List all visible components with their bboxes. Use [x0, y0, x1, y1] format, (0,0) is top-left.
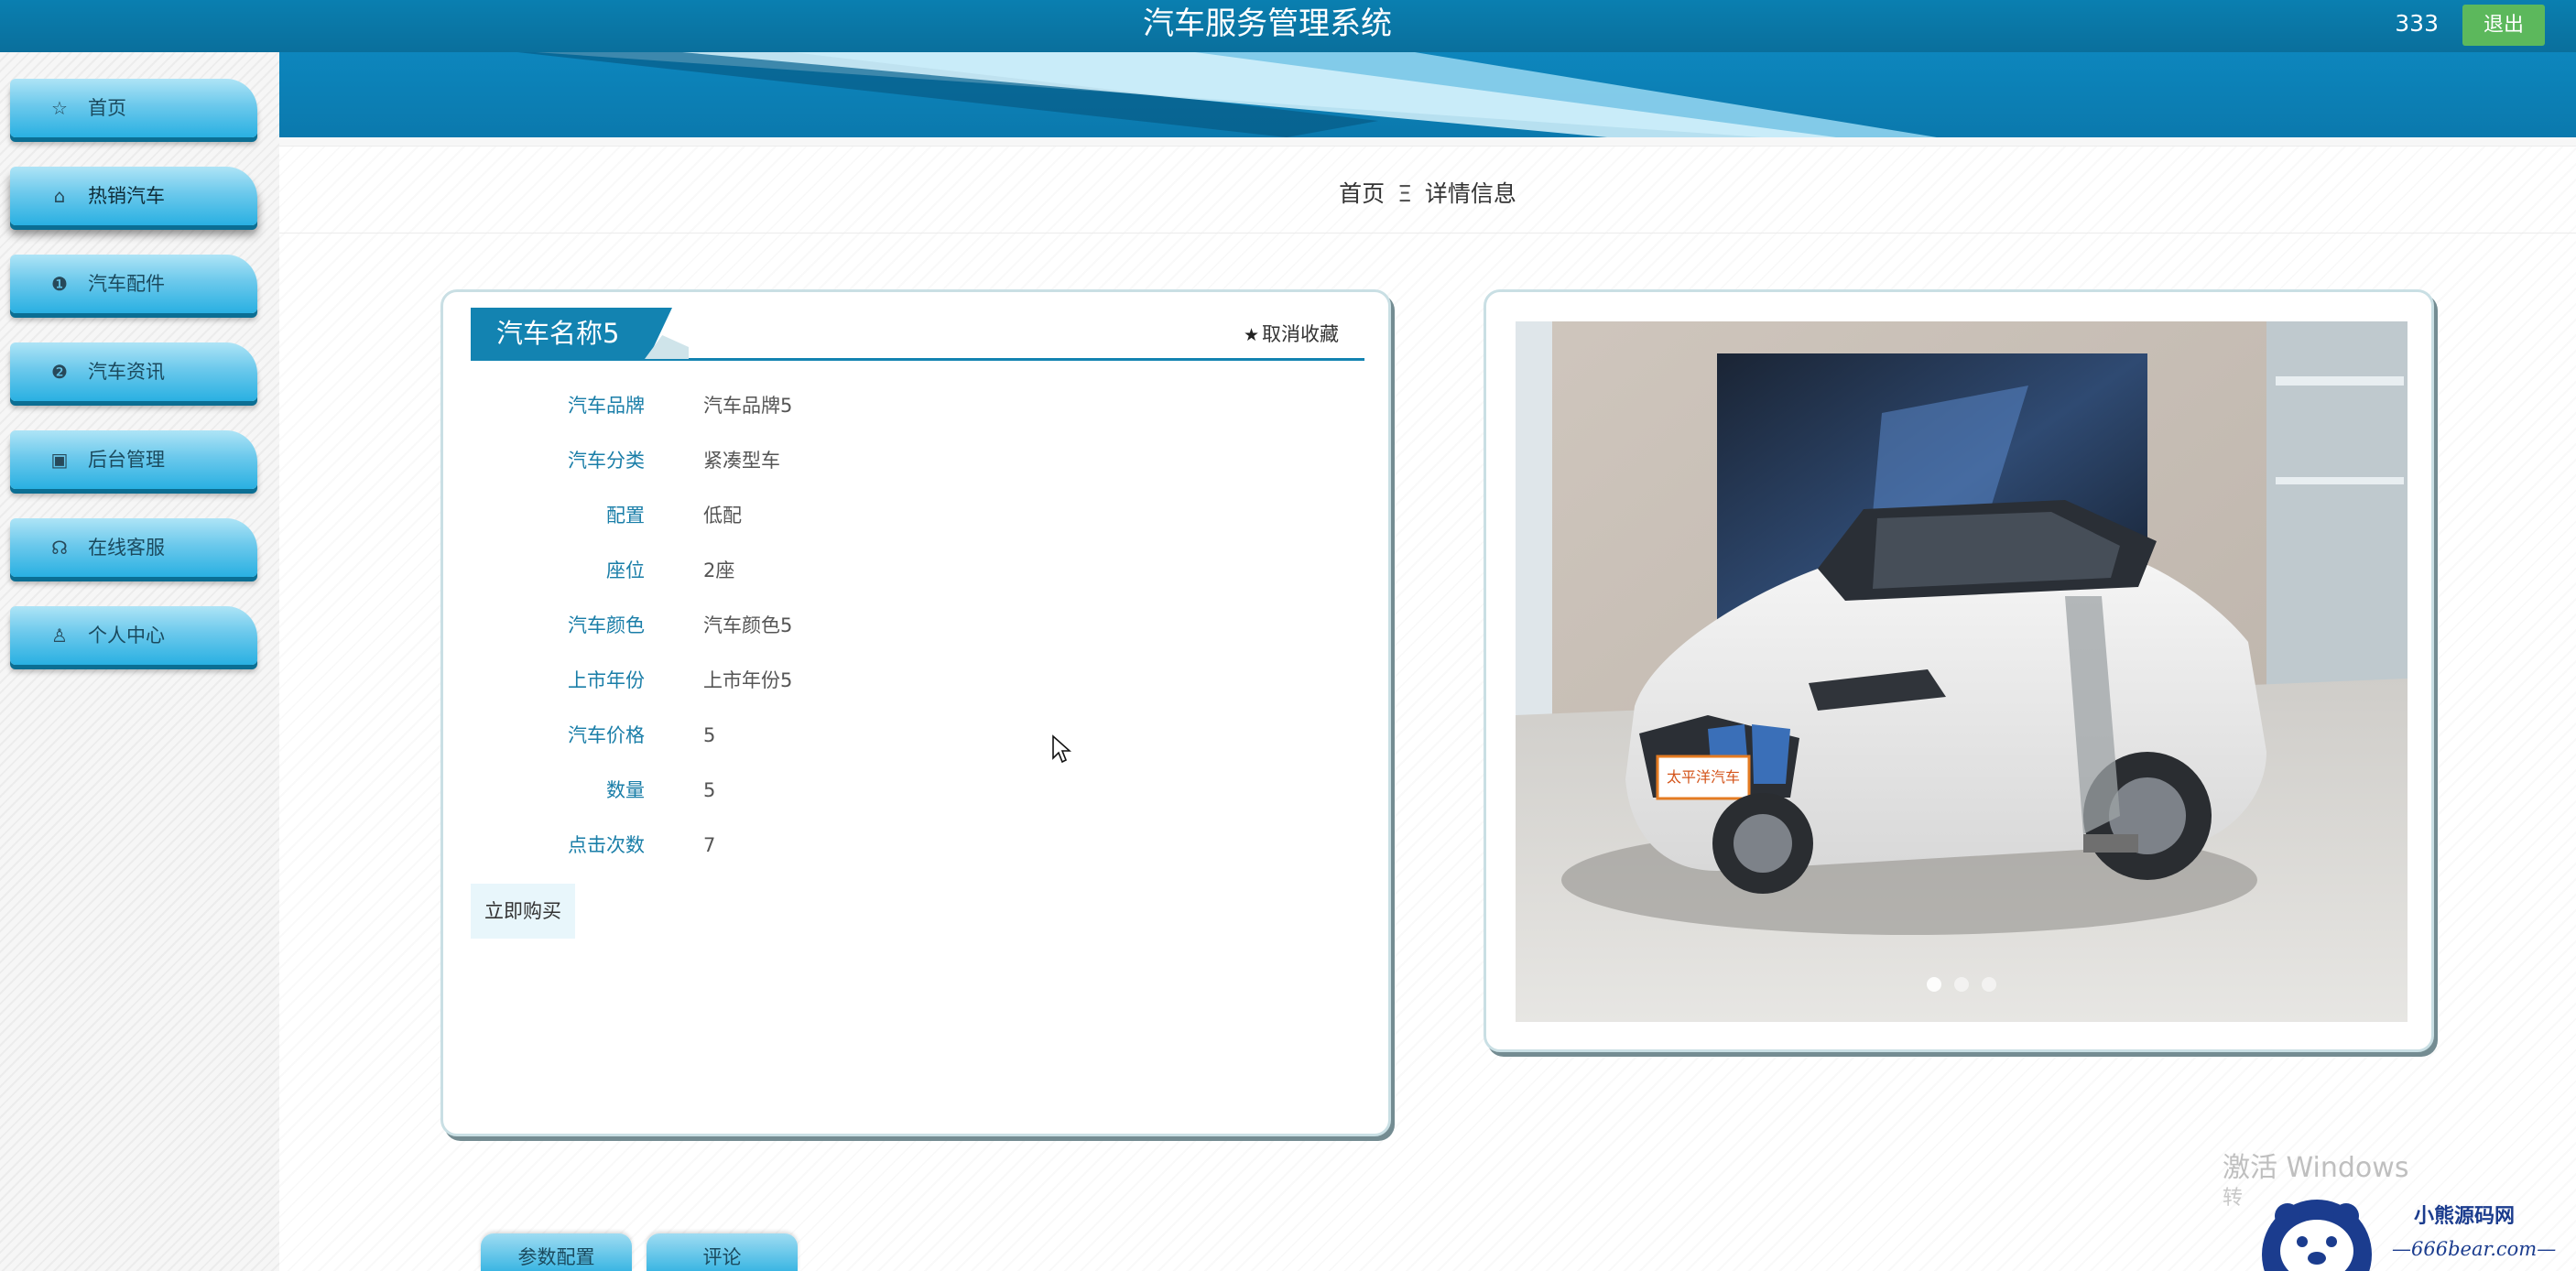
sidebar-item-online-service[interactable]: ☊ 在线客服 [10, 518, 257, 577]
tab-parameters[interactable]: 参数配置 [481, 1233, 632, 1271]
field-value: 2座 [703, 559, 735, 581]
field-row-category: 汽车分类 紧凑型车 [443, 442, 1359, 479]
field-value: 7 [703, 834, 716, 856]
field-label: 上市年份 [568, 669, 645, 691]
breadcrumb: 首页 Ξ 详情信息 [279, 176, 2576, 212]
carousel-indicators [1516, 977, 2408, 995]
top-header: 汽车服务管理系统 333 退出 [0, 0, 2576, 52]
user-icon: ♙ [51, 625, 68, 646]
user-name: 333 [2395, 10, 2439, 37]
unfavorite-label: 取消收藏 [1262, 323, 1339, 345]
sidebar-item-label: 在线客服 [88, 537, 165, 559]
star-outline-icon: ☆ [51, 97, 68, 119]
field-label: 汽车颜色 [568, 614, 645, 636]
field-row-quantity: 数量 5 [443, 772, 1359, 809]
app-title: 汽车服务管理系统 [1143, 5, 1392, 42]
field-value: 汽车品牌5 [703, 395, 793, 417]
field-row-brand: 汽车品牌 汽车品牌5 [443, 387, 1359, 424]
carousel-dot[interactable] [1954, 977, 1969, 992]
tab-comments[interactable]: 评论 [647, 1233, 798, 1271]
field-label: 汽车分类 [568, 450, 645, 472]
exclamation-circle-icon: ❶ [51, 273, 68, 295]
question-circle-icon: ❷ [51, 361, 68, 383]
buy-now-button[interactable]: 立即购买 [471, 884, 575, 939]
unfavorite-button[interactable]: ★ 取消收藏 [1244, 319, 1339, 350]
field-row-price: 汽车价格 5 [443, 717, 1359, 754]
sidebar-item-label: 汽车资讯 [88, 361, 165, 383]
field-value: 汽车颜色5 [703, 614, 793, 636]
field-label: 点击次数 [568, 834, 645, 856]
sidebar-item-admin[interactable]: ▣ 后台管理 [10, 430, 257, 489]
breadcrumb-separator-icon: Ξ [1397, 180, 1412, 207]
car-image-carousel[interactable]: 太平洋汽车 [1516, 321, 2408, 1022]
field-label: 汽车价格 [568, 724, 645, 746]
headset-icon: ☊ [51, 537, 68, 559]
shopping-bag-icon: ⌂ [53, 185, 66, 207]
field-label: 汽车品牌 [568, 395, 645, 417]
banner-swoosh-graphic [517, 52, 1937, 137]
header-banner [279, 52, 2576, 137]
windows-activation-subtext: 转 [2223, 1187, 2244, 1210]
sidebar-item-car-parts[interactable]: ❶ 汽车配件 [10, 255, 257, 313]
banner-divider [279, 137, 2576, 147]
sidebar-item-label: 汽车配件 [88, 273, 165, 295]
sidebar-item-label: 热销汽车 [88, 185, 165, 207]
car-image-card: 太平洋汽车 [1484, 289, 2434, 1052]
site-url-watermark: —666bear.com— [2392, 1238, 2557, 1260]
sidebar-item-label: 首页 [88, 97, 126, 119]
field-row-click-count: 点击次数 7 [443, 827, 1359, 864]
detail-title-bar: 汽车名称5 ★ 取消收藏 [471, 308, 1364, 361]
breadcrumb-divider [279, 233, 2576, 234]
sidebar-item-car-news[interactable]: ❷ 汽车资讯 [10, 342, 257, 401]
field-label: 座位 [606, 559, 645, 581]
field-row-color: 汽车颜色 汽车颜色5 [443, 607, 1359, 644]
sidebar-item-hot-cars[interactable]: ⌂ 热销汽车 [10, 167, 257, 225]
breadcrumb-home[interactable]: 首页 [1339, 180, 1385, 207]
sidebar-item-label: 后台管理 [88, 449, 165, 471]
field-row-release-year: 上市年份 上市年份5 [443, 662, 1359, 699]
sidebar-item-label: 个人中心 [88, 625, 165, 646]
logout-button[interactable]: 退出 [2462, 5, 2545, 46]
field-row-seats: 座位 2座 [443, 552, 1359, 589]
field-value: 低配 [703, 505, 742, 527]
field-value: 5 [703, 724, 716, 746]
star-filled-icon: ★ [1243, 325, 1259, 345]
box-icon: ▣ [50, 449, 69, 471]
car-photo-image: 太平洋汽车 [1516, 321, 2408, 1022]
car-name-title: 汽车名称5 [471, 308, 672, 359]
site-name-watermark: 小熊源码网 [2414, 1204, 2516, 1228]
sidebar-item-home[interactable]: ☆ 首页 [10, 79, 257, 137]
carousel-dot[interactable] [1927, 977, 1941, 992]
svg-text:太平洋汽车: 太平洋汽车 [1667, 768, 1740, 786]
field-value: 5 [703, 779, 716, 801]
carousel-dot[interactable] [1982, 977, 1996, 992]
car-detail-card: 汽车名称5 ★ 取消收藏 汽车品牌 汽车品牌5 汽车分类 紧凑型车 配置 低配 座… [440, 289, 1391, 1136]
field-value: 上市年份5 [703, 669, 793, 691]
field-label: 配置 [606, 505, 645, 527]
windows-activation-watermark: 激活 Windows [2223, 1152, 2409, 1184]
field-row-configuration: 配置 低配 [443, 497, 1359, 534]
field-value: 紧凑型车 [703, 450, 780, 472]
field-label: 数量 [606, 779, 645, 801]
sidebar-item-user-center[interactable]: ♙ 个人中心 [10, 606, 257, 665]
breadcrumb-current: 详情信息 [1424, 180, 1516, 207]
mouse-cursor-icon [1052, 734, 1071, 764]
